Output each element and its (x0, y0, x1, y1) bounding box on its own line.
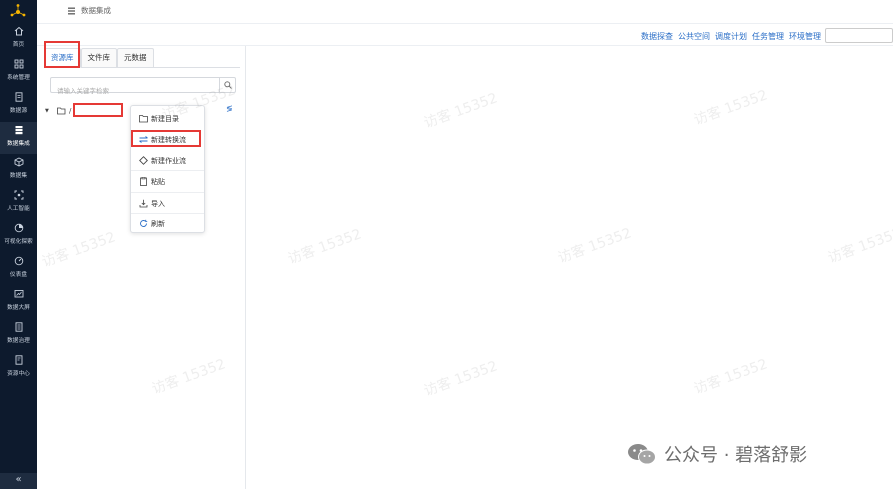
highlight-box (131, 130, 201, 147)
link-public-space[interactable]: 公共空间 (678, 31, 710, 42)
menu-item-label: 新建作业流 (151, 157, 186, 165)
link-task-management[interactable]: 任务管理 (752, 31, 784, 42)
nav-item-dataset[interactable]: 数据集 (0, 157, 37, 187)
nav-item-big-screen[interactable]: 数据大屏 (0, 289, 37, 319)
nav-label: 数据治理 (7, 337, 30, 344)
watermark: 访客 15352 (691, 87, 770, 129)
search-input[interactable] (51, 84, 219, 98)
nav-item-visual-explore[interactable]: 可视化探索 (0, 223, 37, 253)
nav-item-integration[interactable]: 数据集成 (0, 122, 37, 154)
nav-item-resource-center[interactable]: 资源中心 (0, 355, 37, 385)
search-icon (224, 81, 232, 89)
highlight-box (73, 103, 123, 117)
menu-item-label: 粘贴 (151, 178, 165, 186)
page-title: 数据集成 (81, 6, 111, 15)
nav-item-datasource[interactable]: 数据源 (0, 92, 37, 122)
menu-item-label: 新建目录 (151, 115, 179, 123)
link-schedule-plan[interactable]: 调度计划 (715, 31, 747, 42)
menu-item-label: 导入 (151, 200, 165, 208)
import-icon (139, 199, 148, 208)
nav-label: 数据集成 (7, 140, 30, 147)
chart-screen-icon (14, 290, 23, 298)
nav-item-governance[interactable]: 数据治理 (0, 322, 37, 352)
paste-icon (140, 177, 147, 186)
tab-metadata[interactable]: 元数据 (117, 48, 154, 68)
highlight-box (44, 41, 80, 68)
list-icon (15, 322, 22, 332)
nav-label: 系统管理 (7, 74, 30, 81)
logo-icon (10, 4, 26, 17)
menu-icon[interactable] (68, 7, 75, 15)
menu-item-paste[interactable]: 粘贴 (131, 171, 204, 192)
watermark: 访客 15352 (421, 90, 500, 132)
nav-label: 首页 (12, 41, 25, 48)
left-nav: 首页 系统管理 数据源 数据集成 数据集 人工智能 可视化探索 仪表盘 数据大屏… (0, 0, 37, 489)
cube-icon (14, 157, 23, 167)
link-data-explore[interactable]: 数据探查 (641, 31, 673, 42)
home-icon (14, 26, 23, 36)
link-env-management[interactable]: 环境管理 (789, 31, 821, 42)
watermark: 访客 15352 (691, 356, 770, 398)
top-toolbar: 数据探查 公共空间 调度计划 任务管理 环境管理 (37, 24, 893, 46)
menu-item-label: 刷新 (151, 220, 165, 228)
menu-item-new-job[interactable]: 新建作业流 (131, 150, 204, 171)
watermark: 访客 15352 (285, 226, 364, 268)
book-icon (15, 355, 22, 365)
gauge-icon (14, 256, 23, 266)
tab-file-library[interactable]: 文件库 (80, 48, 117, 68)
menu-item-refresh[interactable]: 刷新 (131, 213, 204, 234)
tree-root-label: / (69, 107, 72, 115)
search-button[interactable] (219, 78, 235, 92)
wechat-icon (628, 444, 656, 465)
diamond-icon (139, 156, 148, 165)
nav-label: 人工智能 (7, 205, 30, 212)
sort-icon[interactable]: ≶ (226, 104, 233, 113)
nav-item-system[interactable]: 系统管理 (0, 59, 37, 89)
grid-icon (14, 59, 23, 69)
top-search-input[interactable] (825, 28, 893, 43)
menu-item-new-folder[interactable]: 新建目录 (131, 108, 204, 129)
watermark: 访客 15352 (421, 358, 500, 400)
collapse-button[interactable]: « (0, 473, 37, 489)
folder-open-icon (57, 107, 66, 115)
caret-down-icon[interactable]: ▼ (45, 108, 49, 114)
header-bar: 数据集成 (37, 0, 893, 24)
watermark: 访客 15352 (825, 225, 893, 267)
scan-icon (14, 190, 23, 200)
context-menu: 新建目录 新建转换流 新建作业流 粘贴 导入 刷新 (130, 105, 205, 233)
nav-label: 数据源 (9, 107, 28, 114)
refresh-icon (140, 219, 148, 227)
nav-label: 资源中心 (7, 370, 30, 377)
folder-icon (139, 115, 148, 123)
watermark: 访客 15352 (555, 225, 634, 267)
search-box (50, 77, 236, 98)
document-icon (15, 92, 22, 102)
nav-label: 数据大屏 (7, 304, 30, 311)
nav-item-ai[interactable]: 人工智能 (0, 190, 37, 220)
pie-icon (14, 223, 23, 233)
brand-text: 公众号 · 碧落舒影 (664, 445, 808, 466)
nav-label: 数据集 (9, 172, 28, 179)
top-links: 数据探查 公共空间 调度计划 任务管理 环境管理 (641, 31, 821, 42)
app-window: 首页 系统管理 数据源 数据集成 数据集 人工智能 可视化探索 仪表盘 数据大屏… (0, 0, 893, 489)
nav-label: 仪表盘 (9, 271, 28, 278)
nav-item-home[interactable]: 首页 (0, 26, 37, 56)
nav-label: 可视化探索 (4, 238, 33, 245)
menu-item-import[interactable]: 导入 (131, 193, 204, 214)
database-icon (15, 126, 22, 135)
nav-item-dashboard[interactable]: 仪表盘 (0, 256, 37, 286)
